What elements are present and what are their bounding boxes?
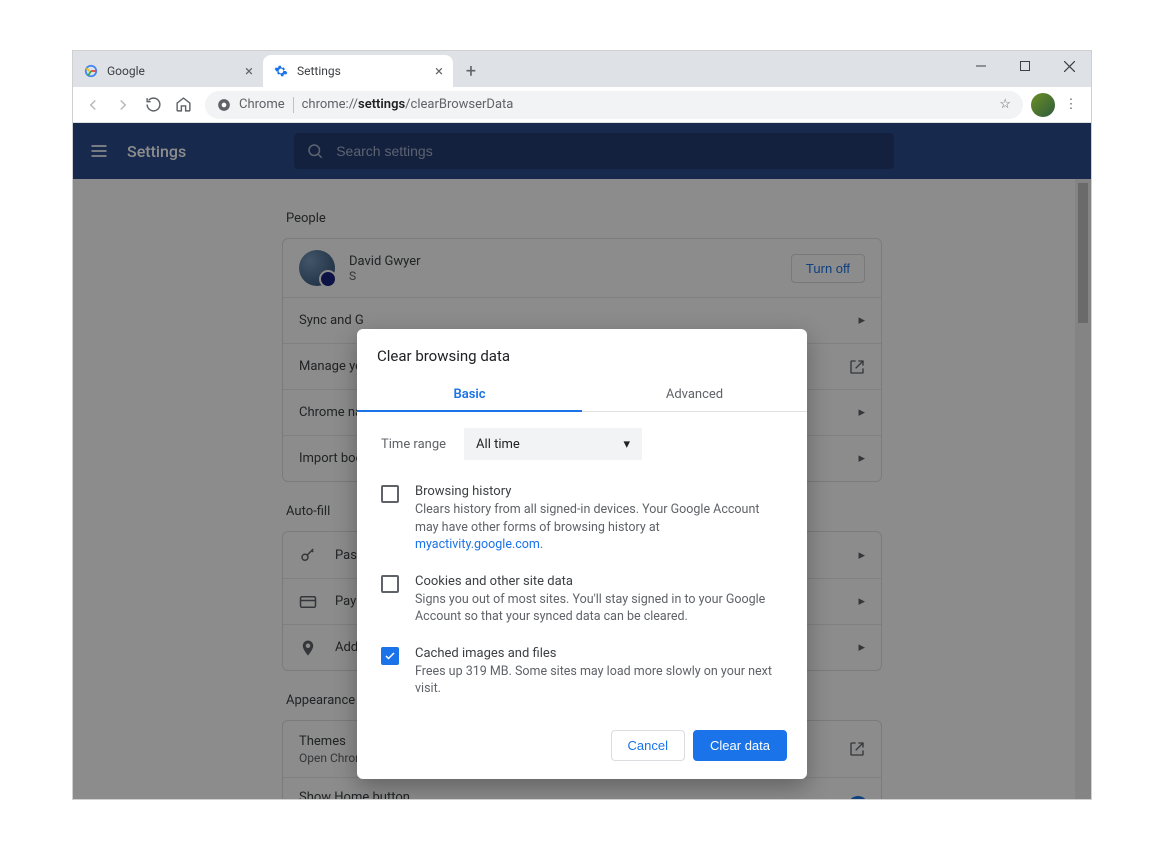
option-title: Browsing history bbox=[415, 484, 783, 499]
menu-button[interactable]: ⋮ bbox=[1057, 91, 1085, 119]
content-area: Settings People David Gwyer S bbox=[73, 123, 1091, 799]
checkbox-browsing-history[interactable] bbox=[381, 485, 399, 503]
tab-strip: Google × Settings × + bbox=[73, 51, 1091, 87]
option-desc: Signs you out of most sites. You'll stay… bbox=[415, 591, 783, 626]
chrome-icon bbox=[217, 98, 231, 112]
profile-avatar[interactable] bbox=[1031, 93, 1055, 117]
option-desc: Clears history from all signed-in device… bbox=[415, 501, 783, 554]
forward-button[interactable] bbox=[109, 91, 137, 119]
url-text: chrome://settings/clearBrowserData bbox=[302, 97, 514, 112]
checkbox-cookies[interactable] bbox=[381, 575, 399, 593]
tab-settings[interactable]: Settings × bbox=[263, 55, 453, 87]
maximize-button[interactable] bbox=[1003, 51, 1047, 81]
new-tab-button[interactable]: + bbox=[457, 57, 485, 85]
clear-browsing-data-dialog: Clear browsing data Basic Advanced Time … bbox=[357, 329, 807, 779]
google-favicon-icon bbox=[83, 63, 99, 79]
close-tab-icon[interactable]: × bbox=[435, 62, 443, 80]
option-title: Cached images and files bbox=[415, 646, 783, 661]
tab-basic[interactable]: Basic bbox=[357, 379, 582, 412]
option-cookies: Cookies and other site data Signs you ou… bbox=[381, 564, 783, 636]
minimize-button[interactable] bbox=[959, 51, 1003, 81]
time-range-value: All time bbox=[476, 437, 520, 452]
close-window-button[interactable] bbox=[1047, 51, 1091, 81]
chevron-down-icon: ▾ bbox=[624, 437, 631, 452]
bookmark-star-icon[interactable]: ☆ bbox=[999, 97, 1011, 112]
option-title: Cookies and other site data bbox=[415, 574, 783, 589]
omnibox-divider bbox=[293, 97, 294, 113]
cancel-button[interactable]: Cancel bbox=[611, 730, 685, 761]
tab-title: Google bbox=[107, 64, 237, 78]
time-range-label: Time range bbox=[381, 437, 446, 452]
back-button[interactable] bbox=[79, 91, 107, 119]
browser-window: Google × Settings × + bbox=[72, 50, 1092, 800]
dialog-tabs: Basic Advanced bbox=[357, 379, 807, 412]
tab-google[interactable]: Google × bbox=[73, 55, 263, 87]
time-range-row: Time range All time ▾ bbox=[381, 428, 783, 460]
tab-title: Settings bbox=[297, 64, 427, 78]
option-browsing-history: Browsing history Clears history from all… bbox=[381, 474, 783, 564]
modal-overlay: Clear browsing data Basic Advanced Time … bbox=[73, 123, 1091, 799]
option-desc: Frees up 319 MB. Some sites may load mor… bbox=[415, 663, 783, 698]
clear-data-button[interactable]: Clear data bbox=[693, 730, 787, 761]
tab-advanced[interactable]: Advanced bbox=[582, 379, 807, 411]
close-tab-icon[interactable]: × bbox=[245, 62, 253, 80]
reload-button[interactable] bbox=[139, 91, 167, 119]
time-range-select[interactable]: All time ▾ bbox=[464, 428, 642, 460]
chrome-label: Chrome bbox=[239, 97, 285, 112]
checkbox-cached[interactable] bbox=[381, 647, 399, 665]
window-controls bbox=[959, 51, 1091, 81]
myactivity-link[interactable]: myactivity.google.com bbox=[415, 537, 540, 552]
address-bar: Chrome chrome://settings/clearBrowserDat… bbox=[73, 87, 1091, 123]
settings-favicon-icon bbox=[273, 63, 289, 79]
omnibox[interactable]: Chrome chrome://settings/clearBrowserDat… bbox=[205, 91, 1023, 119]
option-cached: Cached images and files Frees up 319 MB.… bbox=[381, 636, 783, 708]
home-button[interactable] bbox=[169, 91, 197, 119]
dialog-title: Clear browsing data bbox=[357, 329, 807, 379]
